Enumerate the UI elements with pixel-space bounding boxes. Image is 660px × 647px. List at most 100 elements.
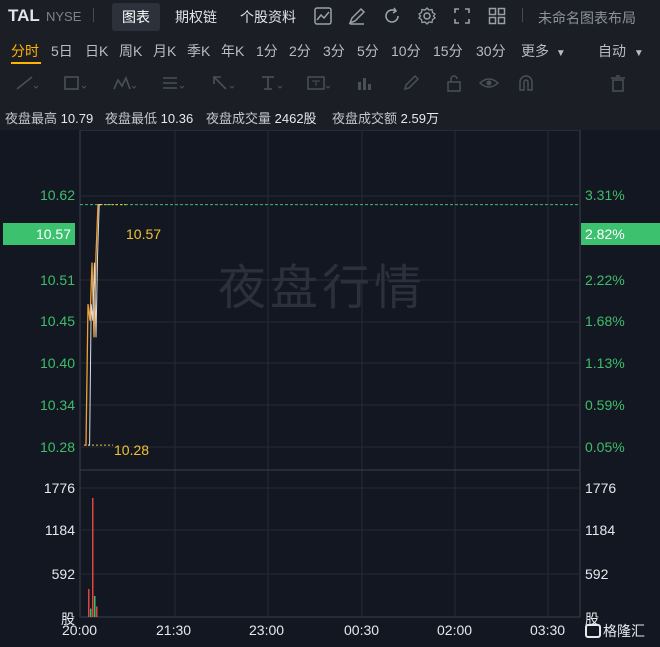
measure-icon[interactable] <box>354 74 374 92</box>
percent-axis-label: 2.22% <box>585 272 625 288</box>
tab-15min[interactable]: 15分 <box>433 41 463 61</box>
percent-axis-label: 0.59% <box>585 397 625 413</box>
pattern-icon[interactable] <box>112 74 138 92</box>
more-label: 更多 <box>521 43 549 59</box>
volume-axis-label: 1776 <box>43 480 75 496</box>
tab-quarterly-k[interactable]: 季K <box>187 41 210 61</box>
menu-option-chain[interactable]: 期权链 <box>175 7 217 27</box>
exchange-label: NYSE <box>46 9 82 24</box>
volume-bar <box>88 589 90 617</box>
tab-1min[interactable]: 1分 <box>256 41 278 61</box>
volume-bar <box>94 596 96 617</box>
time-axis-label: 03:30 <box>530 622 566 638</box>
tab-monthly-k[interactable]: 月K <box>153 41 176 61</box>
settings-icon[interactable] <box>417 6 437 26</box>
tab-5day[interactable]: 5日 <box>51 41 73 61</box>
volume-bar <box>92 498 94 617</box>
price-axis-label: 10.34 <box>39 397 75 413</box>
menu-stock-profile[interactable]: 个股资料 <box>240 7 296 27</box>
session-low: 夜盘最低 10.36 <box>105 108 193 127</box>
session-amount: 夜盘成交额 2.59万 <box>332 108 439 127</box>
divider <box>93 8 94 22</box>
high-annotation: 10.57 <box>126 226 162 242</box>
text-cursor-icon[interactable] <box>258 74 284 92</box>
chart-watermark: 夜盘行情 <box>218 262 427 315</box>
tab-yearly-k[interactable]: 年K <box>221 41 244 61</box>
high-label: 夜盘最高 <box>5 111 58 126</box>
chart-canvas[interactable] <box>0 130 660 647</box>
session-high: 夜盘最高 10.79 <box>5 108 93 127</box>
volume-value: 2462股 <box>274 111 317 126</box>
brand-logo: 格隆汇 <box>585 621 645 641</box>
percent-axis-label: 0.05% <box>585 439 625 455</box>
tab-5min[interactable]: 5分 <box>357 41 379 61</box>
drawing-toolbar <box>0 66 660 100</box>
amount-value: 2.59万 <box>400 111 439 126</box>
trash-icon[interactable] <box>608 74 628 92</box>
tab-2min[interactable]: 2分 <box>289 41 311 61</box>
low-label: 夜盘最低 <box>105 111 158 126</box>
low-annotation: 10.28 <box>114 442 150 458</box>
current-price-badge: 10.57 <box>3 223 75 245</box>
volume-axis-label: 1184 <box>585 522 616 538</box>
lock-icon[interactable] <box>444 74 464 92</box>
time-axis-label: 20:00 <box>62 622 98 638</box>
text-box-icon[interactable] <box>306 74 332 92</box>
percent-axis-label: 1.68% <box>585 313 625 329</box>
top-bar: TAL NYSE 图表 期权链 个股资料 未命名图表布局 <box>0 0 660 32</box>
percent-axis-label: 1.13% <box>585 355 625 371</box>
price-axis-label: 10.51 <box>39 272 75 288</box>
magnet-icon[interactable] <box>516 74 536 92</box>
high-value: 10.79 <box>60 111 94 126</box>
price-axis-label: 10.62 <box>39 187 75 203</box>
low-value: 10.36 <box>160 111 194 126</box>
tab-intraday[interactable]: 分时 <box>11 41 39 61</box>
price-axis-label: 10.40 <box>39 355 75 371</box>
tab-30min[interactable]: 30分 <box>476 41 506 61</box>
volume-axis-label: 592 <box>51 566 75 582</box>
divider <box>522 8 523 22</box>
trend-line-icon[interactable] <box>14 74 40 92</box>
percent-axis-label: 3.31% <box>585 187 625 203</box>
scale-label: 自动 <box>598 43 626 59</box>
session-stats: 夜盘最高 10.79 夜盘最低 10.36 夜盘成交量 2462股 夜盘成交额 … <box>0 100 660 130</box>
pencil-icon[interactable] <box>402 74 422 92</box>
more-periods-dropdown[interactable]: 更多 ▼ <box>521 41 566 61</box>
current-percent-badge: 2.82% <box>581 223 660 245</box>
scale-mode-dropdown[interactable]: 自动 ▼ <box>598 41 644 61</box>
volume-axis-label: 592 <box>585 566 609 582</box>
line-chart-icon[interactable] <box>313 6 333 26</box>
brand-name: 格隆汇 <box>603 623 645 639</box>
time-axis-label: 02:00 <box>437 622 473 638</box>
amount-label: 夜盘成交额 <box>332 111 398 126</box>
volume-label: 夜盘成交量 <box>206 111 272 126</box>
arrow-icon[interactable] <box>210 74 236 92</box>
ticker-symbol: TAL <box>8 6 40 25</box>
menu-chart[interactable]: 图表 <box>112 3 160 31</box>
session-volume: 夜盘成交量 2462股 <box>206 108 317 127</box>
time-axis-label: 00:30 <box>344 622 380 638</box>
volume-bar <box>96 606 98 617</box>
fib-icon[interactable] <box>160 74 186 92</box>
time-axis-label: 21:30 <box>156 622 192 638</box>
active-tab-indicator <box>11 62 41 64</box>
tab-10min[interactable]: 10分 <box>391 41 421 61</box>
chevron-down-icon: ▼ <box>555 48 566 59</box>
price-axis-label: 10.45 <box>39 313 75 329</box>
layout-name[interactable]: 未命名图表布局 <box>538 8 636 28</box>
brand-icon <box>585 624 601 638</box>
intraday-chart[interactable]: 夜盘行情 10.62 10.51 10.45 10.40 10.34 10.28… <box>0 130 660 647</box>
tab-3min[interactable]: 3分 <box>323 41 345 61</box>
refresh-icon[interactable] <box>382 6 402 26</box>
tab-weekly-k[interactable]: 周K <box>119 41 142 61</box>
volume-axis-label: 1184 <box>44 522 75 538</box>
chevron-down-icon: ▼ <box>633 48 644 59</box>
edit-icon[interactable] <box>347 6 367 26</box>
fullscreen-icon[interactable] <box>452 6 472 26</box>
grid-layout-icon[interactable] <box>487 6 507 26</box>
rectangle-icon[interactable] <box>62 74 88 92</box>
eye-icon[interactable] <box>478 74 500 92</box>
time-axis-label: 23:00 <box>249 622 285 638</box>
tab-daily-k[interactable]: 日K <box>85 41 108 61</box>
volume-axis-label: 1776 <box>585 480 617 496</box>
